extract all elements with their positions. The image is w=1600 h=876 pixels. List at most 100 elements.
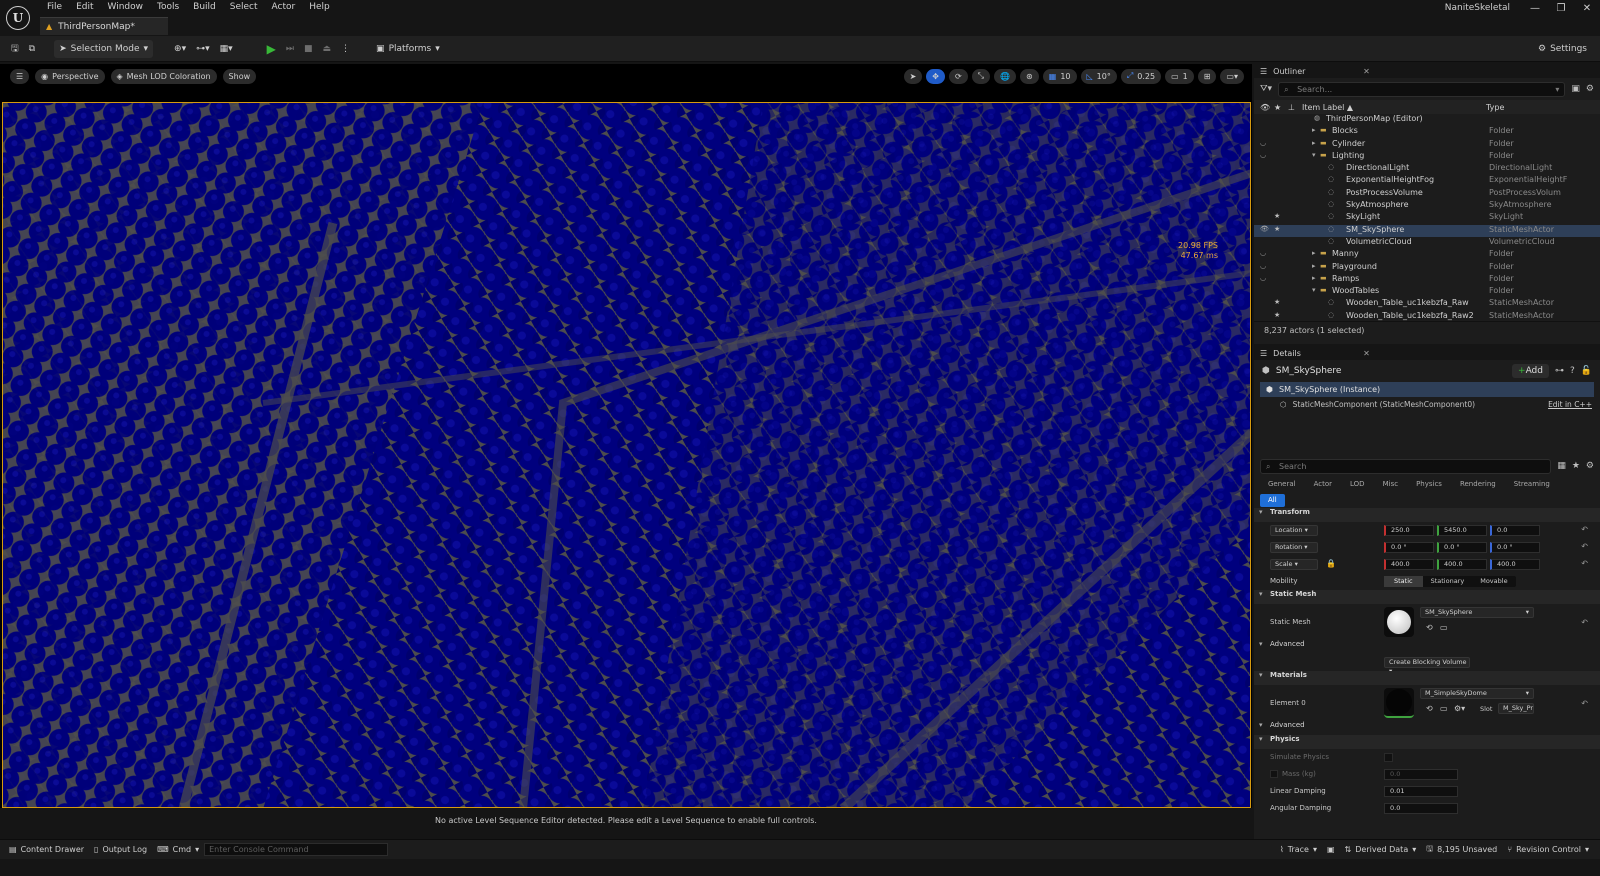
mobility-stationary[interactable]: Stationary xyxy=(1423,576,1473,587)
scale-dropdown[interactable]: Scale ▾ xyxy=(1270,559,1318,570)
edit-in-cpp-link[interactable]: Edit in C++ xyxy=(1548,400,1592,409)
console-input[interactable]: Enter Console Command xyxy=(204,843,389,856)
location-z[interactable]: 0.0 xyxy=(1490,525,1540,536)
location-x[interactable]: 250.0 xyxy=(1384,525,1434,536)
section-static-mesh[interactable]: Static Mesh xyxy=(1254,590,1600,604)
component-row[interactable]: ⬡ StaticMeshComponent (StaticMeshCompone… xyxy=(1254,397,1600,412)
outliner-row[interactable]: ★ ◌ Wooden_Table_uc1kebzfa_Raw StaticMeshAc… xyxy=(1254,298,1600,310)
chevron-right-icon[interactable]: ▸ xyxy=(1312,262,1316,270)
play-icon[interactable]: ▶ xyxy=(262,40,281,58)
grid-snap-button[interactable]: ▦ 10 xyxy=(1042,68,1077,84)
reset-icon[interactable]: ↶ xyxy=(1581,559,1588,568)
browse-folder-icon[interactable]: ▭ xyxy=(1440,704,1448,713)
instance-row[interactable]: ⬢ SM_SkySphere (Instance) xyxy=(1260,382,1594,397)
outliner-row[interactable]: ◌ DirectionalLight DirectionalLight xyxy=(1254,163,1600,175)
star-icon[interactable]: ★ xyxy=(1274,225,1280,233)
outliner-row[interactable]: ◡ ▸ ▬ Ramps Folder xyxy=(1254,274,1600,286)
use-selected-icon[interactable]: ⟲ xyxy=(1426,704,1433,713)
scale-x[interactable]: 400.0 xyxy=(1384,559,1434,570)
outliner-search-input[interactable]: ⌕ Search... ▾ xyxy=(1278,81,1566,97)
outliner-row[interactable]: ★ ◌ SkyLight SkyLight xyxy=(1254,212,1600,224)
outliner-root[interactable]: ◍ ThirdPersonMap (Editor) xyxy=(1254,114,1600,126)
unreal-logo-icon[interactable]: U xyxy=(6,6,30,30)
menu-file[interactable]: File xyxy=(40,0,69,14)
perspective-button[interactable]: ◉ Perspective xyxy=(35,68,105,84)
reset-icon[interactable]: ↶ xyxy=(1581,618,1588,627)
details-actor-name[interactable]: SM_SkySphere xyxy=(1276,366,1342,376)
outliner-row[interactable]: ◡ ▾ ▬ Lighting Folder xyxy=(1254,151,1600,163)
minimize-icon[interactable]: — xyxy=(1522,3,1548,14)
rotate-tool-icon[interactable]: ⟳ xyxy=(948,68,968,84)
derived-data-button[interactable]: ⇅ Derived Data ▾ xyxy=(1340,842,1422,858)
rotation-x[interactable]: 0.0 ° xyxy=(1384,542,1434,553)
section-materials[interactable]: Materials xyxy=(1254,671,1600,685)
menu-actor[interactable]: Actor xyxy=(265,0,303,14)
pin-icon[interactable]: ⊥ xyxy=(1288,103,1295,112)
content-drawer-button[interactable]: ▤ Content Drawer xyxy=(4,842,89,858)
eye-icon[interactable]: 👁 xyxy=(1260,103,1270,112)
reset-icon[interactable]: ↶ xyxy=(1581,542,1588,551)
mass-value[interactable]: 0.0 xyxy=(1384,769,1458,780)
outliner-row[interactable]: ◡ ▸ ▬ Cylinder Folder xyxy=(1254,139,1600,151)
gear-icon[interactable]: ⚙ xyxy=(1586,461,1594,471)
tab-misc[interactable]: Misc xyxy=(1375,478,1406,491)
save-icon[interactable]: 🖫 xyxy=(6,40,24,58)
view-mode-button[interactable]: ◈ Mesh LOD Coloration xyxy=(110,68,217,84)
static-mesh-advanced[interactable]: Advanced xyxy=(1254,640,1600,654)
slot-dropdown[interactable]: M_Sky_Pr xyxy=(1498,703,1534,714)
screenshot-icon[interactable]: ▣ xyxy=(1322,842,1340,858)
menu-select[interactable]: Select xyxy=(223,0,265,14)
close-icon[interactable]: ✕ xyxy=(1363,349,1370,358)
scale-z[interactable]: 400.0 xyxy=(1490,559,1540,570)
platforms-button[interactable]: ▣ Platforms ▾ xyxy=(371,40,445,58)
outliner-row[interactable]: ◌ SkyAtmosphere SkyAtmosphere xyxy=(1254,200,1600,212)
rotation-dropdown[interactable]: Rotation ▾ xyxy=(1270,542,1318,553)
outliner-row[interactable]: 👁 ★ ◌ SM_SkySphere StaticMeshActor xyxy=(1254,224,1600,237)
star-icon[interactable]: ★ xyxy=(1274,311,1280,319)
output-log-button[interactable]: ▯ Output Log xyxy=(89,842,152,858)
location-y[interactable]: 5450.0 xyxy=(1437,525,1487,536)
material-options-icon[interactable]: ⚙▾ xyxy=(1454,704,1465,713)
section-transform[interactable]: Transform xyxy=(1254,508,1600,522)
viewport-menu-icon[interactable]: ☰ xyxy=(10,68,30,84)
static-mesh-dropdown[interactable]: SM_SkySphere ▾ xyxy=(1420,607,1534,618)
add-folder-icon[interactable]: ▣ xyxy=(1571,84,1580,94)
settings-button[interactable]: ⚙ Settings xyxy=(1533,40,1592,58)
visibility-icon[interactable]: ◡ xyxy=(1260,151,1266,159)
section-physics[interactable]: Physics xyxy=(1254,735,1600,749)
material-dropdown[interactable]: M_SimpleSkyDome ▾ xyxy=(1420,688,1534,699)
outliner-row[interactable]: ◡ ▸ ▬ Playground Folder xyxy=(1254,262,1600,274)
surface-snap-icon[interactable]: ⊛ xyxy=(1020,68,1039,84)
maximize-icon[interactable]: ❐ xyxy=(1548,3,1574,14)
unsaved-button[interactable]: 🖫 8,195 Unsaved xyxy=(1421,842,1502,858)
translate-tool-icon[interactable]: ✥ xyxy=(926,68,945,84)
angular-damping-value[interactable]: 0.0 xyxy=(1384,803,1458,814)
materials-advanced[interactable]: Advanced xyxy=(1254,721,1600,735)
gear-icon[interactable]: ⚙ xyxy=(1586,84,1594,94)
rotation-snap-button[interactable]: ◺ 10° xyxy=(1080,68,1117,84)
play-options-icon[interactable]: ⋮ xyxy=(336,40,355,58)
favorite-icon[interactable]: ★ xyxy=(1572,461,1580,471)
help-icon[interactable]: ? xyxy=(1570,366,1575,376)
star-icon[interactable]: ★ xyxy=(1274,212,1280,220)
visibility-icon[interactable]: ◡ xyxy=(1260,274,1266,282)
tab-lod[interactable]: LOD xyxy=(1342,478,1373,491)
outliner-row[interactable]: ◡ ▸ ▬ Manny Folder xyxy=(1254,249,1600,261)
document-tab[interactable]: ▲ ThirdPersonMap* xyxy=(40,17,168,35)
show-button[interactable]: Show xyxy=(222,68,257,84)
mobility-movable[interactable]: Movable xyxy=(1472,576,1515,587)
tab-all[interactable]: All xyxy=(1260,493,1285,507)
outliner-row[interactable]: ◌ PostProcessVolume PostProcessVolum xyxy=(1254,188,1600,200)
chevron-down-icon[interactable]: ▾ xyxy=(1312,286,1316,294)
outliner-row[interactable]: ▸ ▬ Blocks Folder xyxy=(1254,126,1600,138)
maximize-viewport-icon[interactable]: ⊞ xyxy=(1197,68,1217,84)
tab-physics[interactable]: Physics xyxy=(1408,478,1450,491)
material-thumbnail[interactable] xyxy=(1384,688,1414,718)
chevron-right-icon[interactable]: ▸ xyxy=(1312,139,1316,147)
column-item-label[interactable]: Item Label ▲ xyxy=(1302,103,1353,112)
menu-window[interactable]: Window xyxy=(101,0,151,14)
star-icon[interactable]: ★ xyxy=(1274,103,1281,112)
camera-speed-button[interactable]: ▭ 1 xyxy=(1165,68,1194,84)
menu-build[interactable]: Build xyxy=(186,0,223,14)
world-local-icon[interactable]: 🌐 xyxy=(994,68,1017,84)
